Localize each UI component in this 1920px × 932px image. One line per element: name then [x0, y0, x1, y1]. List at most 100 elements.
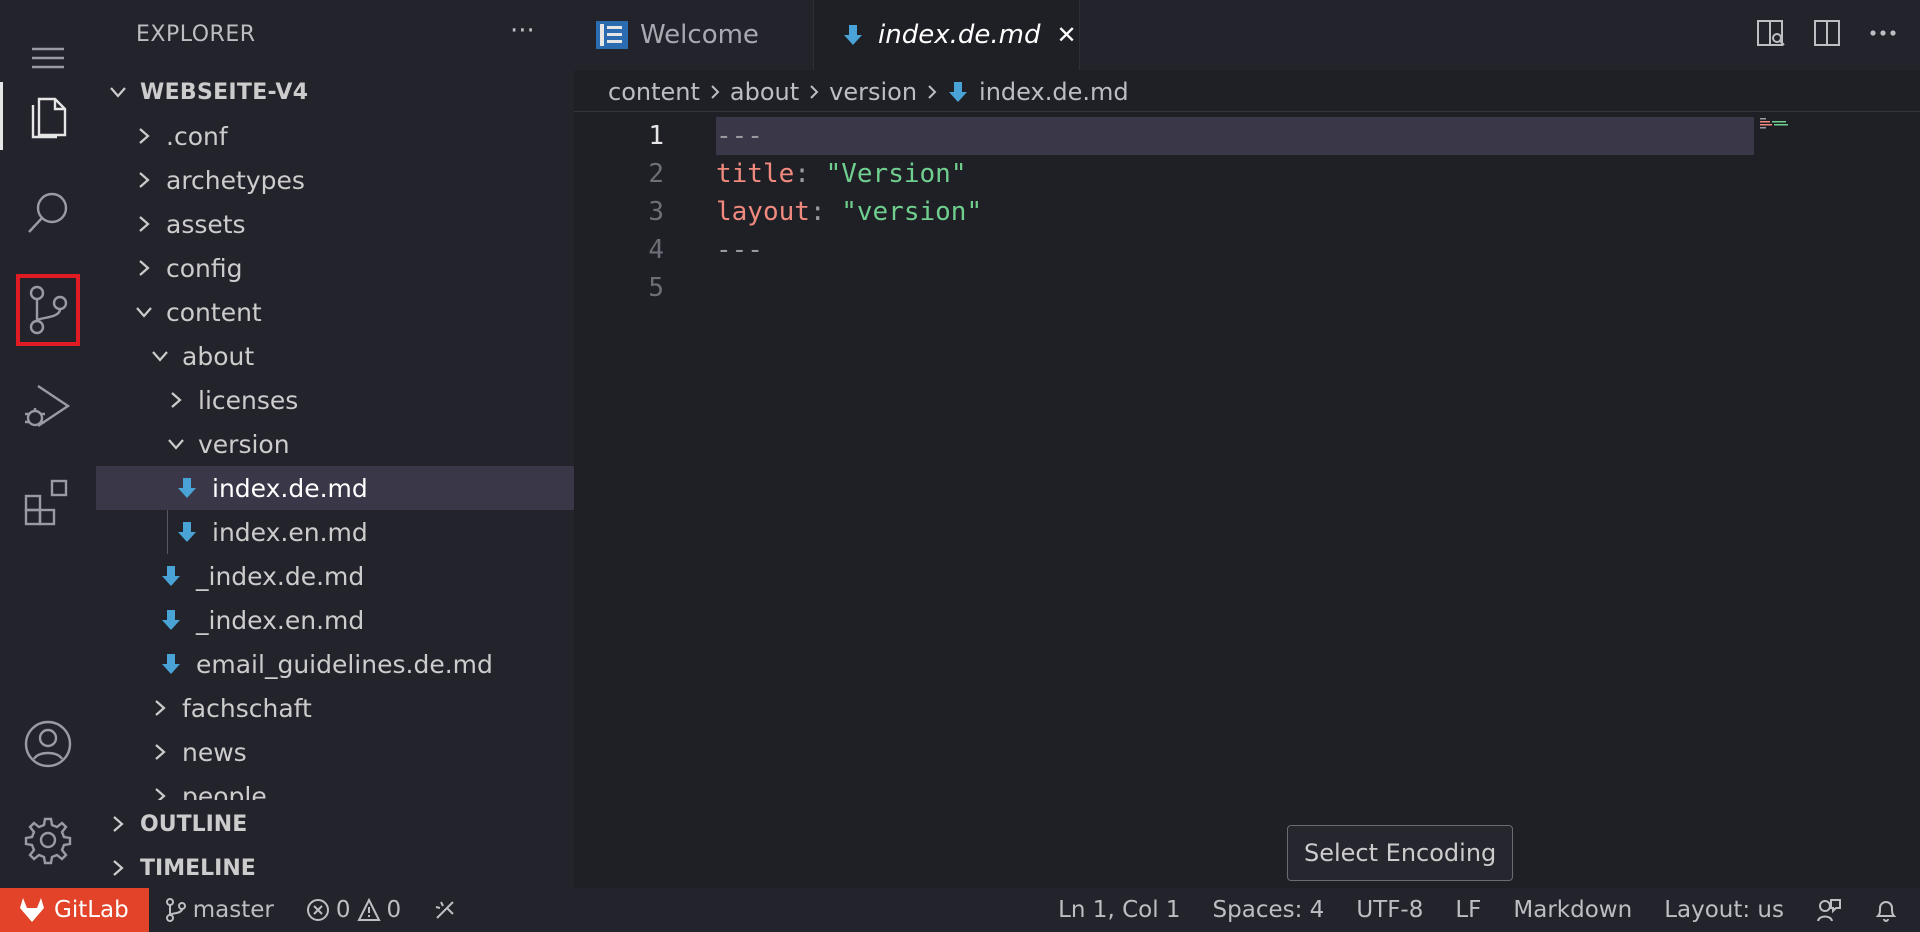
chevron-right-icon [148, 696, 172, 720]
line-number: 2 [648, 159, 664, 189]
welcome-icon [596, 21, 628, 49]
tree-file[interactable]: index.en.md [96, 510, 574, 554]
chevron-right-icon [132, 168, 156, 192]
notifications-button[interactable] [1858, 897, 1920, 923]
workspace-root-label: WEBSEITE-V4 [140, 79, 309, 105]
editor-actions [1756, 18, 1898, 48]
minimap[interactable] [1760, 118, 1794, 130]
warning-count: 0 [386, 897, 402, 923]
chevron-right-icon [807, 83, 821, 101]
error-count: 0 [335, 897, 351, 923]
tree-file-selected[interactable]: index.de.md [96, 466, 574, 510]
tree-clip: people [96, 774, 574, 800]
markdown-icon [176, 520, 198, 544]
tree-folder[interactable]: content [96, 290, 574, 334]
branch-label: master [192, 897, 274, 923]
live-share-status-item[interactable] [417, 898, 473, 922]
tab-index-de-md[interactable]: index.de.md ✕ [814, 0, 1080, 70]
code-editor[interactable]: 1 2 3 4 5 --- title: "Version" layout: "… [574, 113, 1920, 888]
gitlab-label: GitLab [54, 897, 129, 923]
breadcrumb-item[interactable]: about [730, 78, 799, 106]
outline-section[interactable]: OUTLINE [96, 802, 584, 846]
tree-item-label: news [182, 737, 247, 767]
explorer-more-actions-button[interactable]: ··· [510, 16, 535, 46]
tree-item-label: config [166, 253, 243, 283]
chevron-down-icon [106, 80, 130, 104]
chevron-right-icon [925, 83, 939, 101]
extensions-view-button[interactable] [0, 460, 96, 544]
timeline-label: TIMELINE [140, 855, 256, 881]
branch-status-item[interactable]: master [149, 897, 290, 923]
search-view-button[interactable] [0, 170, 96, 254]
tree-folder[interactable]: .conf [96, 114, 574, 158]
account-icon [24, 720, 72, 768]
tree-item-label: people [182, 781, 267, 801]
tree-folder[interactable]: version [96, 422, 574, 466]
tree-file[interactable]: _index.en.md [96, 598, 574, 642]
markdown-icon [176, 476, 198, 500]
tree-folder[interactable]: people [96, 774, 574, 800]
markdown-icon [160, 608, 182, 632]
tree-item-label: content [166, 297, 262, 327]
breadcrumb-item[interactable]: content [608, 78, 700, 106]
explorer-view-button[interactable] [0, 74, 96, 158]
outline-label: OUTLINE [140, 811, 248, 837]
workspace-root[interactable]: WEBSEITE-V4 [96, 70, 574, 114]
problems-status-item[interactable]: 0 0 [290, 897, 417, 923]
tab-welcome[interactable]: Welcome [574, 0, 814, 70]
manage-button[interactable] [0, 798, 96, 882]
tree-item-label: archetypes [166, 165, 305, 195]
timeline-section[interactable]: TIMELINE [96, 846, 584, 890]
markdown-icon [842, 23, 864, 47]
cursor-position-item[interactable]: Ln 1, Col 1 [1042, 897, 1196, 923]
gear-icon [24, 817, 72, 865]
yaml-string: "version" [841, 197, 983, 227]
eol-item[interactable]: LF [1439, 897, 1497, 923]
yaml-key: layout [716, 197, 810, 227]
tree-item-label: _index.en.md [196, 605, 365, 635]
breadcrumb-item[interactable]: index.de.md [979, 78, 1129, 106]
close-icon[interactable]: ✕ [1056, 21, 1076, 49]
tree-folder[interactable]: assets [96, 202, 574, 246]
search-icon [28, 192, 68, 233]
run-debug-icon [25, 385, 71, 427]
encoding-item[interactable]: UTF-8 [1340, 897, 1439, 923]
open-preview-icon[interactable] [1756, 18, 1786, 48]
indentation-item[interactable]: Spaces: 4 [1197, 897, 1341, 923]
code-line: --- [716, 235, 763, 265]
code-line: layout: "version" [716, 197, 982, 227]
files-icon [31, 97, 67, 139]
keyboard-layout-item[interactable]: Layout: us [1648, 897, 1800, 923]
code-line: --- [716, 121, 763, 151]
extensions-icon [24, 479, 68, 526]
tree-folder[interactable]: licenses [96, 378, 574, 422]
accounts-button[interactable] [0, 702, 96, 786]
tree-folder[interactable]: fachschaft [96, 686, 574, 730]
feedback-button[interactable] [1800, 897, 1858, 923]
explorer-sidebar: EXPLORER ··· WEBSEITE-V4 .conf archetype… [96, 0, 574, 888]
tree-folder[interactable]: config [96, 246, 574, 290]
more-actions-icon[interactable] [1868, 18, 1898, 48]
bell-icon [1875, 901, 1897, 922]
gitlab-status-item[interactable]: GitLab [0, 888, 149, 932]
activity-bar [0, 0, 96, 888]
tree-item-label: index.de.md [212, 473, 368, 503]
language-mode-item[interactable]: Markdown [1497, 897, 1648, 923]
breadcrumb-item[interactable]: version [829, 78, 917, 106]
markdown-icon [947, 80, 969, 104]
tree-item-label: assets [166, 209, 246, 239]
tree-folder[interactable]: news [96, 730, 574, 774]
chevron-right-icon [132, 212, 156, 236]
tree-folder[interactable]: archetypes [96, 158, 574, 202]
tree-folder[interactable]: about [96, 334, 574, 378]
run-debug-view-button[interactable] [0, 364, 96, 448]
tree-item-label: fachschaft [182, 693, 312, 723]
tree-file[interactable]: email_guidelines.de.md [96, 642, 574, 686]
breadcrumb: content about version index.de.md [574, 72, 1920, 112]
encoding-tooltip: Select Encoding [1287, 825, 1514, 881]
split-editor-icon[interactable] [1812, 18, 1842, 48]
tree-item-label: index.en.md [212, 517, 368, 547]
tree-item-label: version [198, 429, 290, 459]
yaml-string: "Version" [825, 159, 967, 189]
tree-file[interactable]: _index.de.md [96, 554, 574, 598]
